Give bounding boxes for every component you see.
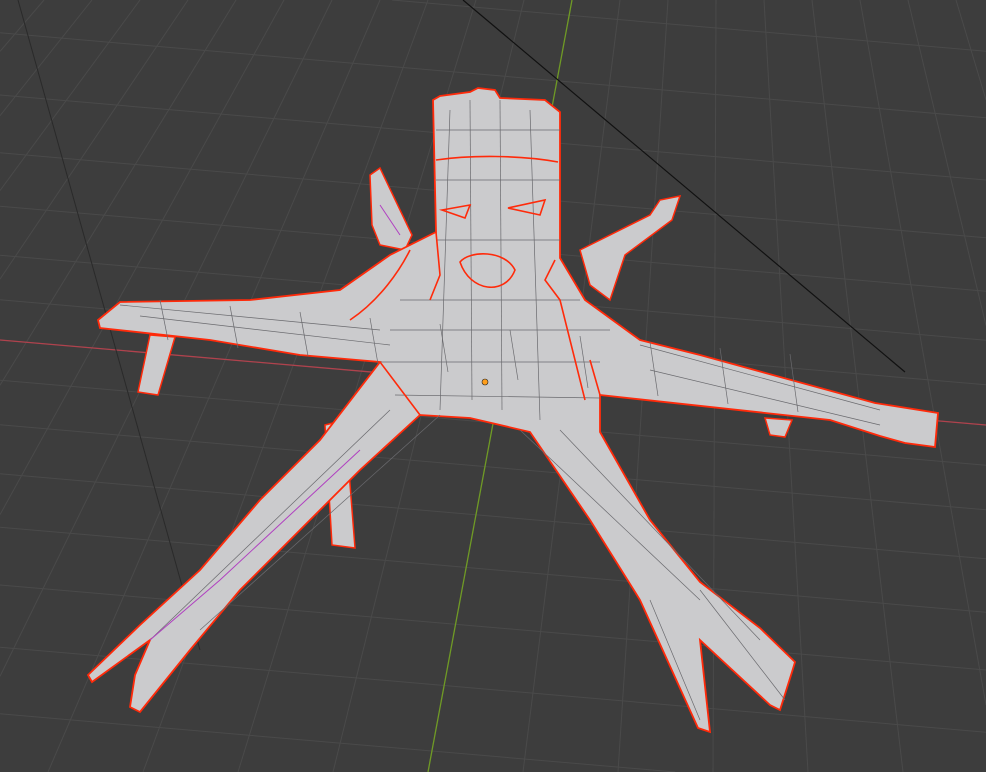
grid-line bbox=[0, 0, 141, 191]
branch-left-upper[interactable] bbox=[369, 166, 413, 251]
grid-line bbox=[0, 713, 676, 772]
viewport-canvas[interactable] bbox=[0, 0, 986, 772]
3d-viewport[interactable] bbox=[0, 0, 986, 772]
grid-line bbox=[955, 0, 986, 100]
grid-line bbox=[0, 424, 986, 511]
wire-edge bbox=[149, 409, 391, 641]
grid-line bbox=[0, 0, 189, 280]
branch-right-upper[interactable] bbox=[579, 195, 682, 302]
grid-line bbox=[47, 0, 381, 772]
object-origin-icon[interactable] bbox=[481, 378, 489, 386]
mesh-body[interactable] bbox=[86, 87, 939, 734]
grid-line bbox=[859, 0, 986, 705]
tree-creature-mesh[interactable] bbox=[86, 87, 939, 734]
grid-line bbox=[0, 473, 986, 560]
stub-left-arm[interactable] bbox=[137, 334, 176, 396]
stub-right-arm[interactable] bbox=[763, 417, 794, 438]
grid-line bbox=[907, 0, 986, 326]
grid-line bbox=[392, 0, 986, 52]
grid-line bbox=[0, 0, 45, 52]
